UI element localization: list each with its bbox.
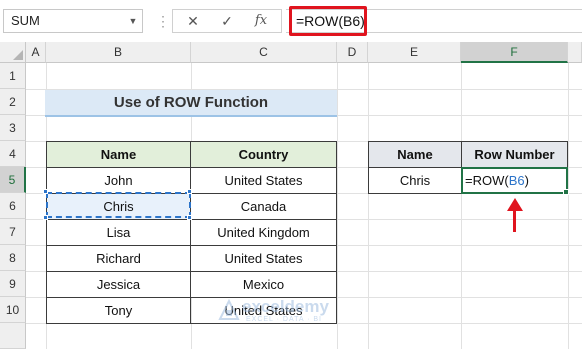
- watermark-name: exceldemy: [242, 297, 329, 316]
- selection-handle[interactable]: [43, 215, 48, 220]
- row-header-5[interactable]: 5: [0, 167, 26, 193]
- drag-handle-icon[interactable]: ⋮: [156, 11, 170, 31]
- chevron-down-icon[interactable]: ▼: [124, 9, 142, 33]
- selection-handle[interactable]: [43, 189, 48, 194]
- column-header-c[interactable]: C: [191, 42, 337, 63]
- selection-handle[interactable]: [187, 215, 192, 220]
- cell-country[interactable]: United States: [190, 245, 337, 272]
- formula-text: =ROW(B6): [296, 13, 365, 29]
- arrow-shaft: [513, 210, 516, 232]
- column-header-b[interactable]: B: [46, 42, 191, 63]
- selection-handle[interactable]: [187, 189, 192, 194]
- cell-name[interactable]: John: [46, 167, 191, 194]
- row-header-3[interactable]: 3: [0, 115, 26, 141]
- watermark: exceldemy EXCEL · DATA · BI: [212, 297, 382, 337]
- fill-handle[interactable]: [563, 189, 569, 195]
- cell-country[interactable]: Mexico: [190, 271, 337, 298]
- column-header-g[interactable]: [568, 42, 582, 63]
- sheet-title[interactable]: Use of ROW Function: [45, 90, 337, 117]
- formula-suffix: ): [524, 173, 529, 188]
- header-name-right[interactable]: Name: [368, 141, 462, 168]
- column-header-e[interactable]: E: [368, 42, 461, 63]
- cancel-icon[interactable]: ✕: [178, 10, 208, 32]
- gridline: [461, 63, 462, 349]
- insert-function-icon[interactable]: fx: [246, 10, 276, 32]
- formula-bar-area: SUM ▼ ⋮ ✕ ✓ fx =ROW(B6): [0, 0, 582, 40]
- cell-name-right[interactable]: Chris: [368, 167, 462, 194]
- header-country[interactable]: Country: [190, 141, 337, 168]
- header-row-number[interactable]: Row Number: [461, 141, 568, 168]
- cell-country[interactable]: United Kingdom: [190, 219, 337, 246]
- row-header-7[interactable]: 7: [0, 219, 26, 245]
- row-header-6[interactable]: 6: [0, 193, 26, 219]
- exceldemy-logo-icon: [218, 299, 240, 320]
- formula-prefix: =ROW(: [465, 173, 509, 188]
- cell-name[interactable]: Lisa: [46, 219, 191, 246]
- formula-tools: ✕ ✓ fx: [172, 9, 282, 33]
- copy-marquee: [46, 192, 191, 218]
- active-cell-formula: =ROW(B6): [465, 172, 529, 190]
- cell-name[interactable]: Jessica: [46, 271, 191, 298]
- row-header-2[interactable]: 2: [0, 89, 26, 115]
- formula-reference: B6: [508, 173, 525, 188]
- header-name[interactable]: Name: [46, 141, 191, 168]
- gridline: [568, 63, 569, 349]
- cell-name[interactable]: Richard: [46, 245, 191, 272]
- row-header-11[interactable]: [0, 323, 26, 349]
- select-all-icon: [13, 50, 23, 60]
- cell-name[interactable]: Tony: [46, 297, 191, 324]
- cell-country[interactable]: Canada: [190, 193, 337, 220]
- row-header-4[interactable]: 4: [0, 141, 26, 167]
- row-header-1[interactable]: 1: [0, 63, 26, 89]
- cell-country[interactable]: United States: [190, 167, 337, 194]
- column-header-d[interactable]: D: [337, 42, 368, 63]
- row-header-9[interactable]: 9: [0, 271, 26, 297]
- watermark-tagline: EXCEL · DATA · BI: [246, 316, 322, 323]
- name-box[interactable]: SUM: [3, 9, 143, 33]
- column-header-f[interactable]: F: [461, 42, 568, 63]
- row-header-10[interactable]: 10: [0, 297, 26, 323]
- column-header-a[interactable]: A: [26, 42, 46, 63]
- enter-icon[interactable]: ✓: [212, 10, 242, 32]
- row-header-8[interactable]: 8: [0, 245, 26, 271]
